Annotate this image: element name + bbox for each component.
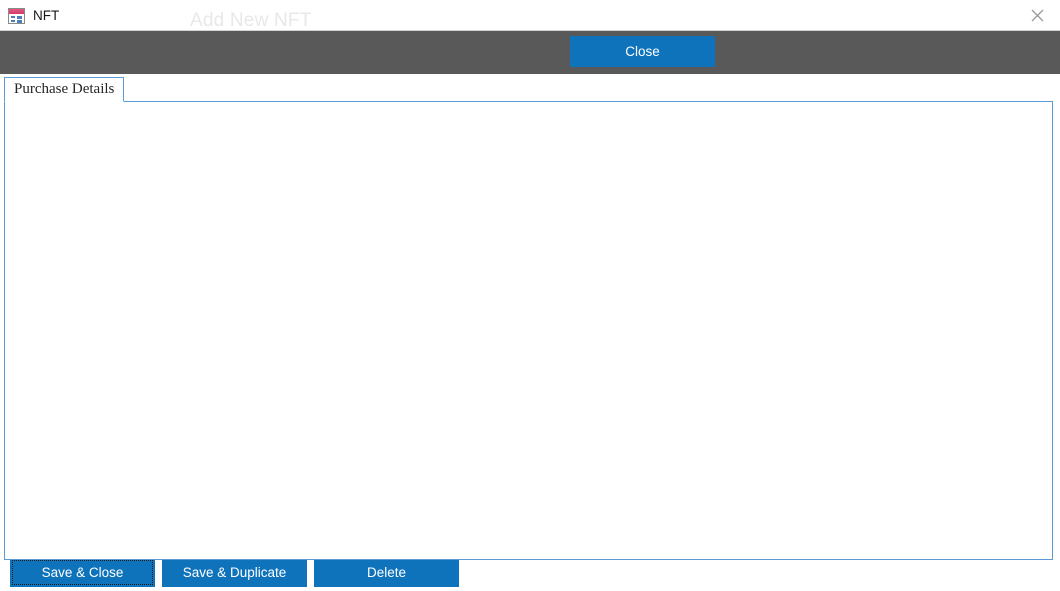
window-close-button[interactable] bbox=[1014, 0, 1060, 30]
tab-purchase-details[interactable]: Purchase Details bbox=[4, 77, 125, 102]
form-header-band bbox=[0, 31, 1060, 74]
close-icon bbox=[1031, 9, 1043, 21]
window-title: NFT bbox=[33, 8, 60, 23]
save-and-duplicate-button[interactable]: Save & Duplicate bbox=[162, 558, 307, 587]
access-form-icon bbox=[8, 7, 25, 24]
window-titlebar: NFT bbox=[0, 0, 1060, 31]
tab-strip: Purchase Details bbox=[4, 77, 1054, 102]
purchase-details-panel bbox=[4, 101, 1053, 560]
save-and-close-button[interactable]: Save & Close bbox=[10, 558, 155, 587]
titlebar-left-group: NFT bbox=[8, 0, 59, 31]
close-form-button[interactable]: Close bbox=[570, 36, 715, 67]
page-title: Add New NFT bbox=[190, 10, 312, 31]
delete-button[interactable]: Delete bbox=[314, 558, 459, 587]
